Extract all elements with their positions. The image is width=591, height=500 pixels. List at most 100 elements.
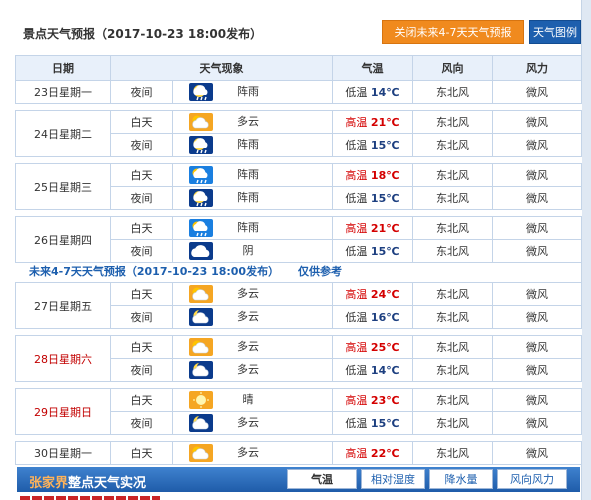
- wind-force-cell: 微风: [492, 110, 582, 134]
- forecast-header: 景点天气预报（2017-10-23 18:00发布） 关闭未来4-7天天气预报 …: [15, 15, 581, 51]
- period-cell: 白天: [110, 110, 173, 134]
- period-cell: 夜间: [110, 186, 173, 210]
- tab-temperature[interactable]: 气温: [287, 469, 357, 489]
- close-future-forecast-button[interactable]: 关闭未来4-7天天气预报: [382, 20, 524, 44]
- row-spacer: [15, 328, 582, 336]
- weather-text: 多云: [237, 446, 259, 459]
- date-cell: 25日星期三: [15, 163, 111, 210]
- table-row: 23日星期一 夜间 阵雨 低温 14℃ 东北风 微风: [15, 80, 582, 104]
- row-spacer: [15, 209, 582, 217]
- row-spacer: [15, 381, 582, 389]
- wind-force-cell: 微风: [492, 282, 582, 306]
- future-forecast-title: 未来4-7天天气预报（2017-10-23 18:00发布）: [29, 265, 280, 278]
- temp-label: 低温: [345, 417, 368, 430]
- future-forecast-header: 未来4-7天天气预报（2017-10-23 18:00发布） 仅供参考: [15, 257, 581, 281]
- date-cell: 24日星期二: [15, 110, 111, 157]
- wind-force-cell: 微风: [492, 305, 582, 329]
- weather-icon-cell: 晴: [172, 388, 333, 412]
- partly-cloudy-day-icon: [189, 444, 213, 462]
- night-rain-icon: [189, 136, 213, 154]
- temp-cell: 低温 16℃: [332, 305, 413, 329]
- temp-label: 高温: [345, 288, 368, 301]
- partly-cloudy-day-icon: [189, 338, 213, 356]
- table-row: 28日星期六 白天 多云 高温 25℃ 东北风 微风: [15, 335, 582, 382]
- wind-direction-cell: 东北风: [412, 305, 493, 329]
- table-row: 24日星期二 白天 多云 高温 21℃ 东北风 微风: [15, 110, 582, 157]
- period-cell: 夜间: [110, 358, 173, 382]
- temp-cell: 低温 14℃: [332, 358, 413, 382]
- night-rain-icon: [189, 83, 213, 101]
- temp-cell: 高温 24℃: [332, 282, 413, 306]
- wind-direction-cell: 东北风: [412, 388, 493, 412]
- partly-cloudy-night-icon: [189, 414, 213, 432]
- row-spacer: [15, 103, 582, 111]
- temp-cell: 高温 22℃: [332, 441, 413, 465]
- wind-force-cell: 微风: [492, 388, 582, 412]
- weather-text: 晴: [242, 393, 254, 406]
- temp-cell: 低温 14℃: [332, 80, 413, 104]
- period-cell: 白天: [110, 441, 173, 465]
- partly-cloudy-night-icon: [189, 308, 213, 326]
- wind-direction-cell: 东北风: [412, 186, 493, 210]
- temp-value: 24℃: [370, 288, 400, 301]
- period-cell: 夜间: [110, 411, 173, 435]
- wind-direction-cell: 东北风: [412, 133, 493, 157]
- temp-value: 25℃: [370, 341, 400, 354]
- col-temp: 气温: [332, 55, 413, 81]
- period-cell: 白天: [110, 163, 173, 187]
- hourly-preview: [20, 493, 160, 500]
- temp-label: 高温: [345, 447, 368, 460]
- wind-direction-cell: 东北风: [412, 216, 493, 240]
- col-wind-force: 风力: [492, 55, 582, 81]
- wind-direction-cell: 东北风: [412, 358, 493, 382]
- hourly-observation-label: 整点天气实况: [68, 476, 147, 491]
- temp-label: 低温: [345, 86, 368, 99]
- temp-value: 15℃: [370, 139, 400, 152]
- row-spacer: [15, 434, 582, 442]
- future-forecast-table: 27日星期五 白天 多云 高温 24℃ 东北风 微风 夜间 多云 低温 16℃ 东北风 微风 28日星…: [15, 282, 582, 465]
- weather-icon-cell: 多云: [172, 411, 333, 435]
- weather-icon-cell: 阵雨: [172, 186, 333, 210]
- period-cell: 白天: [110, 282, 173, 306]
- date-cell: 27日星期五: [15, 282, 111, 329]
- weather-text: 多云: [237, 115, 259, 128]
- temp-cell: 高温 25℃: [332, 335, 413, 359]
- temp-value: 15℃: [370, 417, 400, 430]
- wind-force-cell: 微风: [492, 163, 582, 187]
- wind-direction-cell: 东北风: [412, 411, 493, 435]
- wind-force-cell: 微风: [492, 411, 582, 435]
- temp-label: 低温: [345, 192, 368, 205]
- wind-direction-cell: 东北风: [412, 335, 493, 359]
- wind-force-cell: 微风: [492, 216, 582, 240]
- date-cell: 29日星期日: [15, 388, 111, 435]
- temp-label: 低温: [345, 311, 368, 324]
- tab-humidity[interactable]: 相对湿度: [361, 469, 425, 489]
- temp-label: 高温: [345, 116, 368, 129]
- tab-precipitation[interactable]: 降水量: [429, 469, 493, 489]
- temp-label: 高温: [345, 394, 368, 407]
- temp-value: 23℃: [370, 394, 400, 407]
- temp-cell: 高温 21℃: [332, 216, 413, 240]
- weather-icon-cell: 多云: [172, 305, 333, 329]
- date-cell: 26日星期四: [15, 216, 111, 263]
- weather-icon-cell: 阵雨: [172, 163, 333, 187]
- forecast-table: 日期 天气现象 气温 风向 风力 23日星期一 夜间 阵雨 低温 14℃ 东北风 微风 24日星期二…: [15, 55, 582, 263]
- period-cell: 夜间: [110, 80, 173, 104]
- tab-wind[interactable]: 风向风力: [497, 469, 567, 489]
- wind-force-cell: 微风: [492, 186, 582, 210]
- day-rain-icon: [189, 219, 213, 237]
- scrollbar[interactable]: [581, 0, 591, 500]
- weather-legend-button[interactable]: 天气图例: [529, 20, 581, 44]
- weather-text: 阵雨: [237, 138, 259, 151]
- table-row: 27日星期五 白天 多云 高温 24℃ 东北风 微风: [15, 282, 582, 329]
- weather-icon-cell: 多云: [172, 335, 333, 359]
- partly-cloudy-night-icon: [189, 361, 213, 379]
- date-cell: 30日星期一: [15, 441, 111, 465]
- wind-direction-cell: 东北风: [412, 282, 493, 306]
- period-cell: 白天: [110, 216, 173, 240]
- weather-text: 阵雨: [237, 191, 259, 204]
- partly-cloudy-day-icon: [189, 285, 213, 303]
- partly-cloudy-day-icon: [189, 113, 213, 131]
- temp-value: 21℃: [370, 222, 400, 235]
- weather-text: 阵雨: [237, 85, 259, 98]
